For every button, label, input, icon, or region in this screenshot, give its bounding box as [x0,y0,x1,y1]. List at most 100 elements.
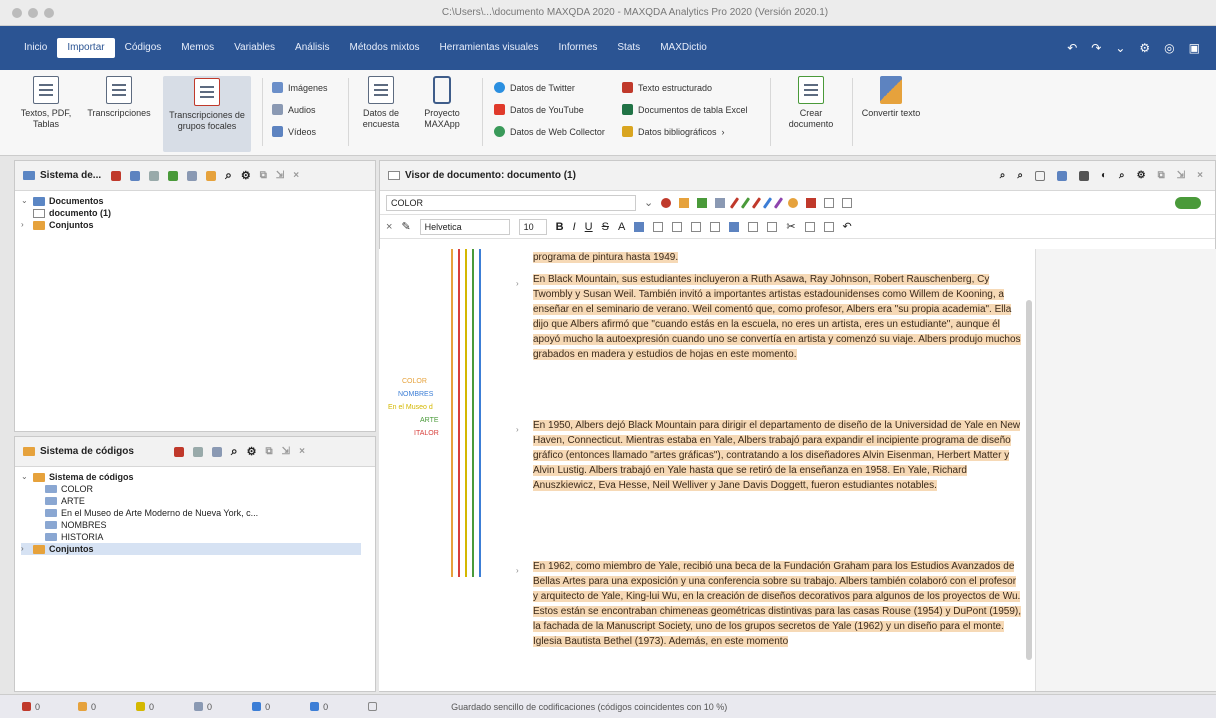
underline-button[interactable]: U [585,221,593,233]
search-codes-icon[interactable]: ⌕ [1017,170,1023,181]
margin-label-museo[interactable]: En el Museo d [388,404,433,411]
font-family-select[interactable]: Helvetica [419,218,510,235]
gear-icon[interactable]: ⚙ [1139,41,1150,55]
tab-herramientas-visuales[interactable]: Herramientas visuales [430,38,549,58]
tree-item-code-nombres[interactable]: NOMBRES [21,519,375,531]
indent-icon[interactable] [729,221,740,232]
code-highlight-icon[interactable] [679,197,690,208]
emoticode-icon[interactable] [788,197,799,208]
import-encuesta-button[interactable]: Datos de encuesta [356,76,406,130]
gear-icon[interactable]: ⚙ [241,169,251,182]
collapse-icon[interactable]: ⌄ [21,471,29,483]
expand-icon[interactable]: ⇲ [276,170,284,181]
bullet-list-icon[interactable] [691,221,702,232]
edit-mode-icon[interactable] [1057,170,1067,181]
tree-item-conjuntos[interactable]: › Conjuntos [21,219,375,231]
crear-documento-button[interactable]: Crear documento [780,76,842,130]
tree-item-code-historia[interactable]: HISTORIA [21,531,375,543]
margin-label-color[interactable]: COLOR [402,378,427,385]
tree-item-code-arte[interactable]: ARTE [21,495,375,507]
font-size-select[interactable]: 10 [518,218,547,235]
text-color-button[interactable]: A [618,221,625,233]
margin-label-nombres[interactable]: NOMBRES [398,391,433,398]
layout-icon[interactable]: ▣ [1189,41,1200,55]
stripe-italor[interactable] [458,249,460,577]
stripe-museo[interactable] [465,249,467,577]
close-panel-icon[interactable]: × [1197,170,1203,181]
import-transcripciones-button[interactable]: Transcripciones [86,76,152,119]
zoom-icon[interactable]: ⌕ [1119,170,1125,181]
variables-icon[interactable] [187,170,198,181]
new-set-icon[interactable] [111,170,122,181]
import-excel-button[interactable]: Documentos de tabla Excel [622,104,748,115]
tab-analisis[interactable]: Análisis [285,38,339,58]
stripe-color[interactable] [451,249,453,577]
expand-icon[interactable]: ⇲ [1177,170,1185,181]
import-textos-button[interactable]: Textos, PDF, Tablas [20,76,72,130]
window-controls[interactable] [12,7,54,18]
dropdown-icon[interactable]: ⌄ [1115,41,1125,55]
magenta-pen-icon[interactable] [752,196,762,209]
align-left-icon[interactable] [634,221,645,232]
status-memos[interactable]: 0 [136,702,154,712]
tab-inicio[interactable]: Inicio [14,38,57,58]
tree-item-conjuntos[interactable]: › Conjuntos [21,543,361,555]
tree-item-documento[interactable]: documento (1) [21,207,375,219]
red-pen-icon[interactable] [730,196,740,209]
filter-icon[interactable] [149,170,160,181]
paste-icon[interactable] [823,221,834,232]
tab-metodos-mixtos[interactable]: Métodos mixtos [340,38,430,58]
filter-icon[interactable] [192,446,203,457]
cut-icon[interactable]: ✂ [786,220,795,233]
search-icon[interactable]: ⌕ [1000,170,1006,181]
read-icon[interactable]: ◐ [1101,170,1107,181]
link-icon[interactable] [842,197,853,208]
status-weight[interactable]: 0 [252,702,270,712]
code-marker-icon[interactable] [661,197,672,208]
import-videos-button[interactable]: Vídeos [272,126,316,137]
tab-memos[interactable]: Memos [171,38,224,58]
close-panel-icon[interactable]: × [299,446,305,457]
help-icon[interactable]: ◎ [1164,41,1174,55]
edit-toggle[interactable] [1175,196,1201,209]
document-scrollbar[interactable] [1026,300,1032,660]
import-youtube-button[interactable]: Datos de YouTube [494,104,584,115]
status-documents[interactable]: 0 [22,702,40,712]
code-in-vivo-icon[interactable] [715,197,726,208]
brush-icon[interactable]: ✎ [401,220,410,233]
undo-icon[interactable]: ↶ [843,220,852,233]
import-web-button[interactable]: Datos de Web Collector [494,126,605,137]
stripe-nombres[interactable] [479,249,481,577]
tree-item-sistema-codigos[interactable]: ⌄ Sistema de códigos [21,471,375,483]
import-texto-estructurado-button[interactable]: Texto estructurado [622,82,712,93]
import-imagenes-button[interactable]: Imágenes [272,82,328,93]
maximize-window-icon[interactable] [44,7,54,18]
status-segments[interactable]: 0 [194,702,212,712]
expand-icon[interactable]: ⇲ [282,446,290,457]
close-icon[interactable]: × [386,221,392,233]
search-icon[interactable]: ⌕ [225,168,232,183]
undo-icon[interactable]: ↶ [1067,41,1077,55]
tab-importar[interactable]: Importar [57,38,115,58]
margin-label-arte[interactable]: ARTE [420,417,439,424]
collapse-icon[interactable]: ⌄ [21,195,29,207]
gear-icon[interactable]: ⚙ [247,445,257,458]
strikethrough-button[interactable]: S [602,221,609,233]
import-maxapp-button[interactable]: Proyecto MAXApp [416,76,468,130]
bold-button[interactable]: B [556,221,564,233]
code-new-icon[interactable] [697,197,708,208]
tree-item-code-color[interactable]: COLOR [21,483,375,495]
status-codes[interactable]: 0 [78,702,96,712]
purple-pen-icon[interactable] [774,196,784,209]
search-icon[interactable]: ⌕ [231,444,238,459]
status-pin[interactable]: 0 [310,702,328,712]
blue-pen-icon[interactable] [763,196,773,209]
import-transcripciones-grupo-button[interactable]: Transcripciones de grupos focales [163,76,251,152]
folder-icon[interactable] [206,170,217,181]
undock-icon[interactable]: ⧉ [1158,170,1165,181]
tab-informes[interactable]: Informes [548,38,607,58]
italic-button[interactable]: I [573,221,576,233]
copy-icon[interactable] [804,221,815,232]
tab-maxdictio[interactable]: MAXDictio [650,38,717,58]
convertir-texto-button[interactable]: Convertir texto [860,76,922,119]
